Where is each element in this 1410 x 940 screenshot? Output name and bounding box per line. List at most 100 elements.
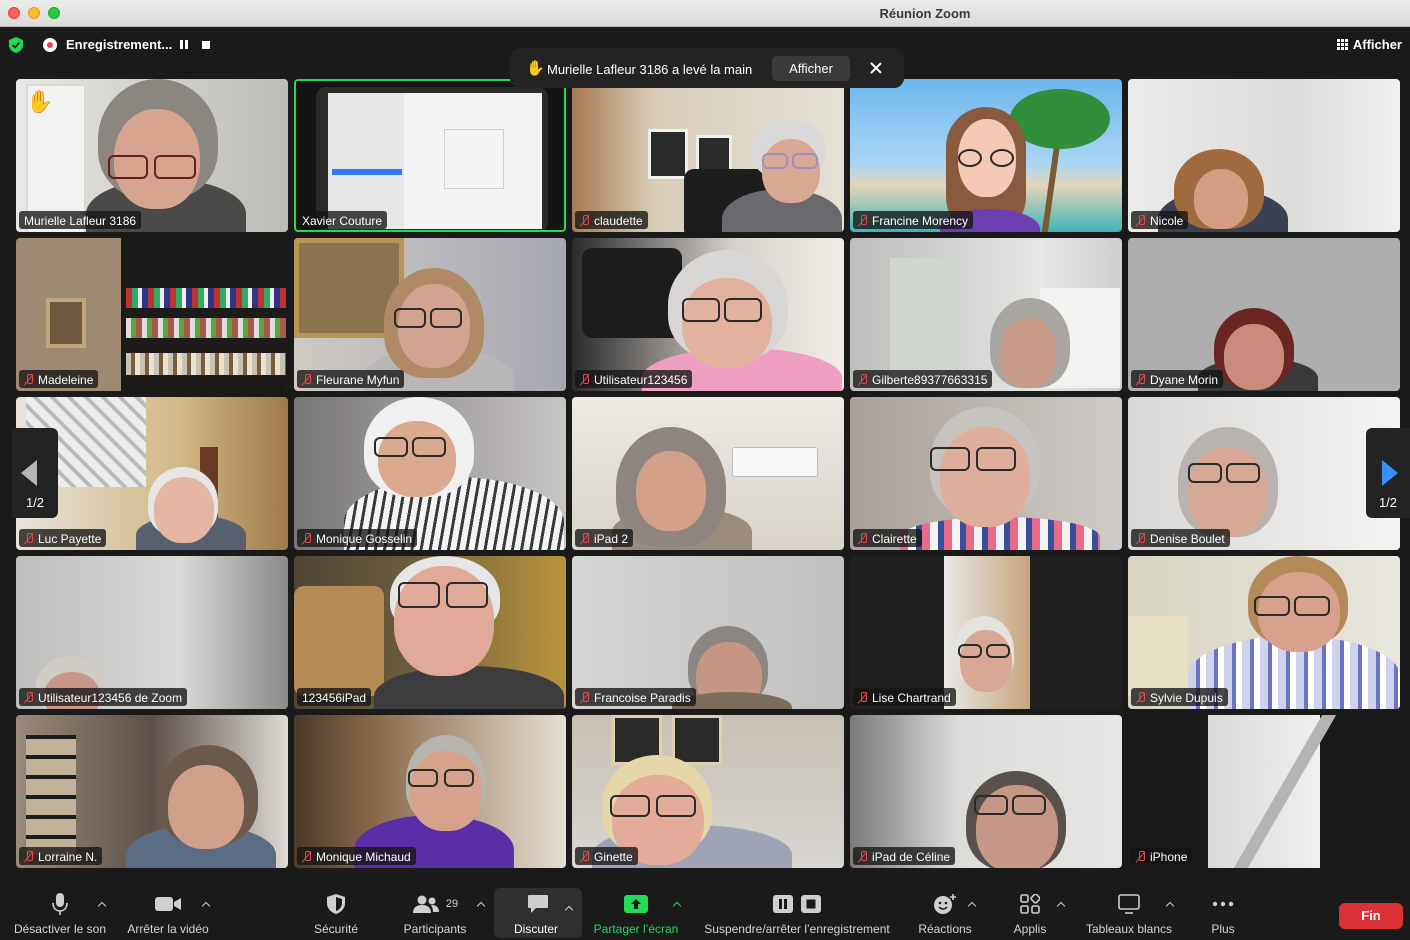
apps-label: Applis: [1013, 922, 1047, 936]
page-indicator-right: 1/2: [1378, 495, 1398, 510]
previous-page-button[interactable]: 1/2: [12, 428, 58, 518]
more-button[interactable]: Plus: [1204, 892, 1242, 938]
apps-icon: [1020, 894, 1040, 914]
pause-recording-icon[interactable]: [178, 39, 190, 51]
muted-microphone-icon: [24, 851, 34, 863]
participant-tile[interactable]: Lise Chartrand: [850, 556, 1122, 709]
close-icon[interactable]: [864, 56, 888, 80]
mute-button-label: Désactiver le son: [13, 922, 107, 936]
participant-tile[interactable]: iPhone: [1128, 715, 1400, 868]
view-button[interactable]: Afficher: [1336, 37, 1402, 52]
whiteboards-options-chevron-icon[interactable]: [1165, 900, 1175, 910]
recording-controls-label: Suspendre/arrêter l’enregistrement: [704, 922, 890, 936]
apps-options-chevron-icon[interactable]: [1056, 900, 1066, 910]
security-label: Sécurité: [313, 922, 359, 936]
pause-stop-recording-button[interactable]: Suspendre/arrêter l’enregistrement: [698, 892, 896, 938]
participant-tile[interactable]: ✋ Murielle Lafleur 3186: [16, 79, 288, 232]
chat-options-chevron-icon[interactable]: [564, 904, 574, 914]
participant-tile[interactable]: Francine Morency: [850, 79, 1122, 232]
next-page-button[interactable]: 1/2: [1366, 428, 1410, 518]
video-options-chevron-icon[interactable]: [201, 900, 211, 910]
participant-tile[interactable]: Nicole: [1128, 79, 1400, 232]
participant-tile[interactable]: Utilisateur123456 de Zoom: [16, 556, 288, 709]
whiteboards-button[interactable]: Tableaux blancs: [1082, 892, 1176, 938]
participant-name: Murielle Lafleur 3186: [19, 211, 142, 229]
notification-show-button[interactable]: Afficher: [772, 56, 850, 81]
share-screen-label: Partager l’écran: [593, 922, 679, 936]
participants-count: 29: [445, 898, 459, 910]
participant-name: Luc Payette: [19, 529, 107, 547]
participant-name: Francine Morency: [853, 211, 974, 229]
whiteboards-label: Tableaux blancs: [1085, 922, 1173, 936]
participant-name: Lorraine N.: [19, 847, 103, 865]
apps-button[interactable]: Applis: [1006, 892, 1054, 938]
muted-microphone-icon: [24, 374, 34, 386]
participant-tile[interactable]: 123456iPad: [294, 556, 566, 709]
participant-tile-active-speaker[interactable]: Xavier Couture: [294, 79, 566, 232]
participant-name: Utilisateur123456: [575, 370, 693, 388]
participant-tile[interactable]: Monique Gosselin: [294, 397, 566, 550]
participant-name: iPad de Céline: [853, 847, 956, 865]
window-title: Réunion Zoom: [879, 6, 971, 21]
participants-button[interactable]: 29 Participants: [398, 892, 472, 938]
participant-name: Fleurane Myfun: [297, 370, 405, 388]
participant-tile[interactable]: Dyane Morin: [1128, 238, 1400, 391]
audio-options-chevron-icon[interactable]: [97, 900, 107, 910]
chevron-right-icon: [1382, 460, 1398, 486]
window-titlebar: Réunion Zoom: [0, 0, 1410, 27]
mute-button[interactable]: Désactiver le son: [8, 892, 112, 938]
microphone-icon: [52, 893, 68, 915]
participant-tile[interactable]: iPad 2: [572, 397, 844, 550]
share-screen-button[interactable]: Partager l’écran: [590, 892, 682, 938]
muted-microphone-icon: [302, 374, 312, 386]
participant-tile[interactable]: Fleurane Myfun: [294, 238, 566, 391]
participant-name: Madeleine: [19, 370, 99, 388]
participant-tile[interactable]: Madeleine: [16, 238, 288, 391]
participant-tile[interactable]: Lorraine N.: [16, 715, 288, 868]
participant-name: Monique Gosselin: [297, 529, 418, 547]
security-button[interactable]: Sécurité: [306, 892, 366, 938]
stop-video-button[interactable]: Arrêter la vidéo: [122, 892, 214, 938]
participant-name: iPhone: [1131, 847, 1193, 865]
chat-button[interactable]: Discuter: [494, 888, 582, 938]
participants-icon: [412, 895, 439, 913]
meeting-controls-toolbar: Désactiver le son Arrêter la vidéo Sécur…: [0, 888, 1410, 940]
encryption-shield-icon[interactable]: [9, 37, 23, 53]
participant-tile[interactable]: Gilberte89377663315: [850, 238, 1122, 391]
participant-name: Dyane Morin: [1131, 370, 1224, 388]
participant-tile[interactable]: Denise Boulet: [1128, 397, 1400, 550]
reactions-options-chevron-icon[interactable]: [967, 900, 977, 910]
participant-name: Clairette: [853, 529, 922, 547]
smiley-icon: [934, 894, 956, 914]
notification-text: Murielle Lafleur 3186 a levé la main: [547, 62, 753, 77]
video-gallery: ✋ Murielle Lafleur 3186 Xavier Couture c…: [16, 79, 1400, 868]
muted-microphone-icon: [24, 533, 34, 545]
participant-name: Denise Boulet: [1131, 529, 1230, 547]
pause-icon: [773, 895, 793, 913]
participant-tile[interactable]: Monique Michaud: [294, 715, 566, 868]
page-indicator-left: 1/2: [25, 495, 45, 510]
participant-name: Lise Chartrand: [853, 688, 956, 706]
participant-name: Ginette: [575, 847, 638, 865]
participant-name: Nicole: [1131, 211, 1189, 229]
participant-name: Xavier Couture: [297, 211, 388, 229]
participants-label: Participants: [403, 922, 467, 936]
participant-tile[interactable]: Clairette: [850, 397, 1122, 550]
muted-microphone-icon: [580, 692, 590, 704]
muted-microphone-icon: [858, 215, 868, 227]
participant-tile[interactable]: Utilisateur123456: [572, 238, 844, 391]
video-camera-icon: [155, 897, 181, 911]
participant-tile[interactable]: Ginette: [572, 715, 844, 868]
participant-tile[interactable]: Francoise Paradis: [572, 556, 844, 709]
participants-options-chevron-icon[interactable]: [476, 900, 486, 910]
whiteboard-icon: [1118, 894, 1140, 914]
participant-tile[interactable]: iPad de Céline: [850, 715, 1122, 868]
reactions-button[interactable]: Réactions: [914, 892, 976, 938]
participant-tile[interactable]: Sylvie Dupuis: [1128, 556, 1400, 709]
participant-tile[interactable]: claudette: [572, 79, 844, 232]
end-meeting-button[interactable]: Fin: [1339, 903, 1403, 929]
recording-status-label: Enregistrement...: [66, 37, 173, 52]
share-options-chevron-icon[interactable]: [672, 900, 682, 910]
muted-microphone-icon: [1136, 851, 1146, 863]
stop-recording-icon[interactable]: [200, 39, 212, 51]
